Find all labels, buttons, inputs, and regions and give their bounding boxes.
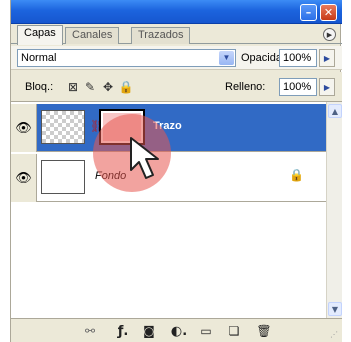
layers-panel: – ✕ Capas Canales Trazados ▶ Normal ▼ Op… xyxy=(10,0,342,342)
adjustment-layer-icon[interactable]: ◐. xyxy=(171,323,187,339)
lock-position-move-icon[interactable]: ✥ xyxy=(101,80,115,94)
mouse-pointer-icon xyxy=(130,137,159,179)
opacity-input[interactable]: 100% xyxy=(279,49,317,67)
new-group-folder-icon[interactable]: ▭ xyxy=(198,323,214,339)
tab-capas[interactable]: Capas xyxy=(17,25,63,45)
close-button[interactable]: ✕ xyxy=(320,4,337,21)
new-layer-icon[interactable]: ❏ xyxy=(226,323,242,339)
lock-row: Bloq.: ⊠ ✎ ✥ 🔒 Relleno: 100% ▶ xyxy=(11,72,342,102)
trash-icon[interactable]: 🗑 xyxy=(256,323,272,339)
chevron-up-icon: ▲ xyxy=(331,106,339,116)
visibility-toggle[interactable]: 👁 xyxy=(11,154,37,202)
lock-all-padlock-icon[interactable]: 🔒 xyxy=(119,80,134,94)
tab-bar: Capas Canales Trazados ▶ xyxy=(11,24,342,45)
title-bar: – ✕ xyxy=(11,0,342,24)
lock-image-brush-icon[interactable]: ✎ xyxy=(83,80,97,94)
blend-mode-value: Normal xyxy=(21,52,57,64)
scroll-up-button[interactable]: ▲ xyxy=(328,104,342,118)
minimize-icon: – xyxy=(305,6,312,19)
fill-label: Relleno: xyxy=(225,81,266,93)
arrow-right-icon: ▶ xyxy=(323,53,331,63)
resize-grip-icon[interactable]: ⋰ xyxy=(330,330,340,340)
padlock-icon: 🔒 xyxy=(289,168,304,182)
panel-menu-icon: ▶ xyxy=(326,30,333,39)
opacity-slider-button[interactable]: ▶ xyxy=(319,49,335,67)
layer-style-fx-icon[interactable]: ƒ. xyxy=(115,323,131,339)
bottom-toolbar: ⚯ ƒ. ◙ ◐. ▭ ❏ 🗑 ⋰ xyxy=(11,318,342,342)
scroll-down-button[interactable]: ▼ xyxy=(328,302,342,316)
arrow-right-icon: ▶ xyxy=(323,82,331,92)
blend-mode-select[interactable]: Normal ▼ xyxy=(17,49,236,67)
close-icon: ✕ xyxy=(323,6,334,19)
add-mask-icon[interactable]: ◙ xyxy=(141,323,157,339)
layer-thumbnail[interactable] xyxy=(41,110,85,144)
layer-list: 👁 ⛓ Trazo 👁 Fondo 🔒 xyxy=(11,102,326,318)
visibility-toggle[interactable]: 👁 xyxy=(11,104,37,152)
fill-slider-button[interactable]: ▶ xyxy=(319,78,335,96)
lock-label: Bloq.: xyxy=(25,81,54,93)
tab-canales[interactable]: Canales xyxy=(65,27,120,44)
minimize-button[interactable]: – xyxy=(300,4,317,21)
chevron-down-icon[interactable]: ▼ xyxy=(219,51,234,65)
layer-thumbnail[interactable] xyxy=(41,160,85,194)
chevron-down-icon: ▼ xyxy=(331,304,339,314)
eye-icon: 👁 xyxy=(15,120,32,136)
eye-icon: 👁 xyxy=(15,170,32,186)
link-layers-icon[interactable]: ⚯ xyxy=(82,323,98,339)
lock-transparency-icon[interactable]: ⊠ xyxy=(66,80,80,94)
panel-menu-button[interactable]: ▶ xyxy=(323,28,336,41)
fill-input[interactable]: 100% xyxy=(279,78,317,96)
blend-row: Normal ▼ Opacidad: 100% ▶ xyxy=(11,46,342,70)
tab-trazados[interactable]: Trazados xyxy=(131,27,191,44)
vertical-scrollbar[interactable]: ▲ ▼ xyxy=(326,102,342,318)
